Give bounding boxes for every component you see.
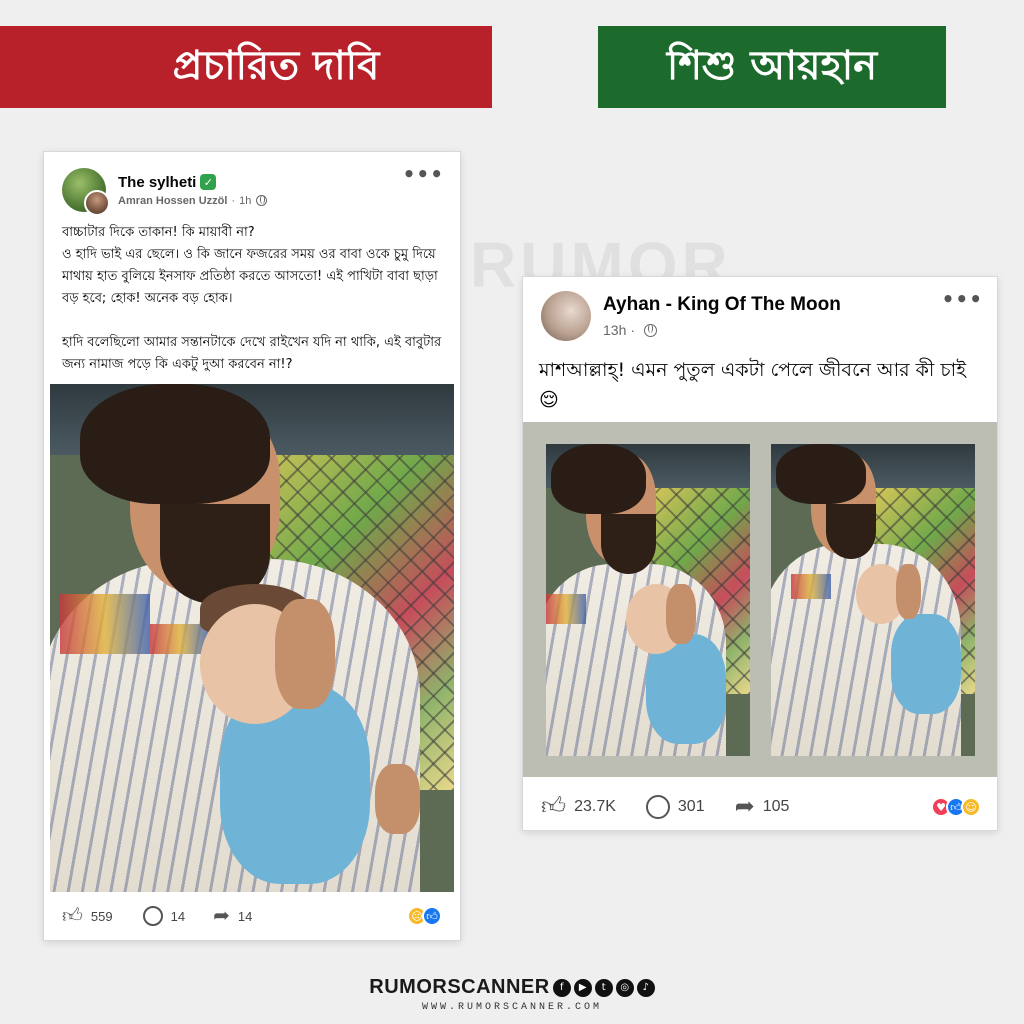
tiktok-icon[interactable]: ♪ xyxy=(636,978,655,997)
share-count: 14 xyxy=(237,908,253,924)
right-post-card: Ayhan - King Of The Moon 13h · ••• মাশআল… xyxy=(523,277,997,830)
author-name[interactable]: Amran Hossen Uzzöl xyxy=(118,195,227,207)
left-post-card: The sylheti ✓ Amran Hossen Uzzöl · 1h ••… xyxy=(44,152,460,940)
comment-button[interactable]: 301 xyxy=(645,795,705,819)
verified-badge-icon: ✓ xyxy=(200,174,217,190)
share-icon: ➦ xyxy=(213,905,230,927)
left-post-header: The sylheti ✓ Amran Hossen Uzzöl · 1h xyxy=(62,168,268,216)
like-icon: 👍︎ xyxy=(541,793,567,820)
more-options-icon[interactable]: ••• xyxy=(942,287,983,311)
page-avatar[interactable] xyxy=(541,291,591,341)
like-button[interactable]: 👍︎ 23.7K xyxy=(541,795,616,819)
footer: RUMORSCANNER f ▶ t ◎ ♪ WWW.RUMORSCANNER.… xyxy=(362,976,662,1013)
comment-count: 14 xyxy=(170,908,186,924)
share-button[interactable]: ➦ 14 xyxy=(213,906,252,926)
like-icon: 👍︎ xyxy=(62,905,83,927)
left-action-bar: 👍︎ 559 14 ➦ 14 xyxy=(62,906,252,926)
like-reaction-icon: 👍︎ xyxy=(422,906,442,926)
care-reaction-icon: ☺ xyxy=(961,797,981,817)
post-time[interactable]: 1h xyxy=(239,195,251,207)
post-time[interactable]: 13h xyxy=(603,322,626,338)
instagram-icon[interactable]: ◎ xyxy=(615,978,634,997)
author-avatar[interactable] xyxy=(84,190,110,216)
post-text: মাশআল্লাহ্! এমন পুতুল একটা পেলে জীবনে আর… xyxy=(539,359,967,411)
right-action-bar: 👍︎ 23.7K 301 ➦ 105 xyxy=(541,795,789,819)
claim-banner-text: প্রচারিত দাবি xyxy=(172,42,380,89)
like-count: 23.7K xyxy=(574,798,616,815)
comment-button[interactable]: 14 xyxy=(142,906,186,926)
post-photo-1[interactable] xyxy=(546,444,750,756)
website-url[interactable]: WWW.RUMORSCANNER.COM xyxy=(422,1002,602,1013)
post-text: বাচ্চাটার দিকে তাকান! কি মায়াবী না? ও হ… xyxy=(62,225,442,372)
more-options-icon[interactable]: ••• xyxy=(403,162,444,186)
comment-icon xyxy=(645,795,670,819)
facebook-icon[interactable]: f xyxy=(552,978,571,997)
globe-icon xyxy=(256,195,268,206)
share-button[interactable]: ➦ 105 xyxy=(735,795,790,819)
comment-icon xyxy=(142,906,163,926)
child-name-banner-text: শিশু আয়হান xyxy=(666,42,878,89)
youtube-icon[interactable]: ▶ xyxy=(573,978,592,997)
like-button[interactable]: 👍︎ 559 xyxy=(62,906,113,926)
claim-banner: প্রচারিত দাবি xyxy=(0,26,492,108)
left-reactions[interactable]: ☹ 👍︎ xyxy=(407,906,442,926)
post-photo-2[interactable] xyxy=(771,444,975,756)
post-photo[interactable] xyxy=(50,384,454,892)
right-reactions[interactable]: ♥ 👍︎ ☺ xyxy=(931,797,981,817)
page-name[interactable]: The sylheti xyxy=(118,174,196,191)
share-count: 105 xyxy=(762,798,790,815)
like-count: 559 xyxy=(90,908,113,924)
brand-name: RUMORSCANNER xyxy=(369,976,550,998)
globe-icon xyxy=(644,323,658,337)
right-post-header: Ayhan - King Of The Moon 13h · xyxy=(541,291,841,341)
photo-collage xyxy=(523,422,997,777)
child-name-banner: শিশু আয়হান xyxy=(598,26,946,108)
comment-count: 301 xyxy=(677,798,705,815)
twitter-icon[interactable]: t xyxy=(594,978,613,997)
page-name[interactable]: Ayhan - King Of The Moon xyxy=(603,294,841,316)
share-icon: ➦ xyxy=(734,793,755,820)
